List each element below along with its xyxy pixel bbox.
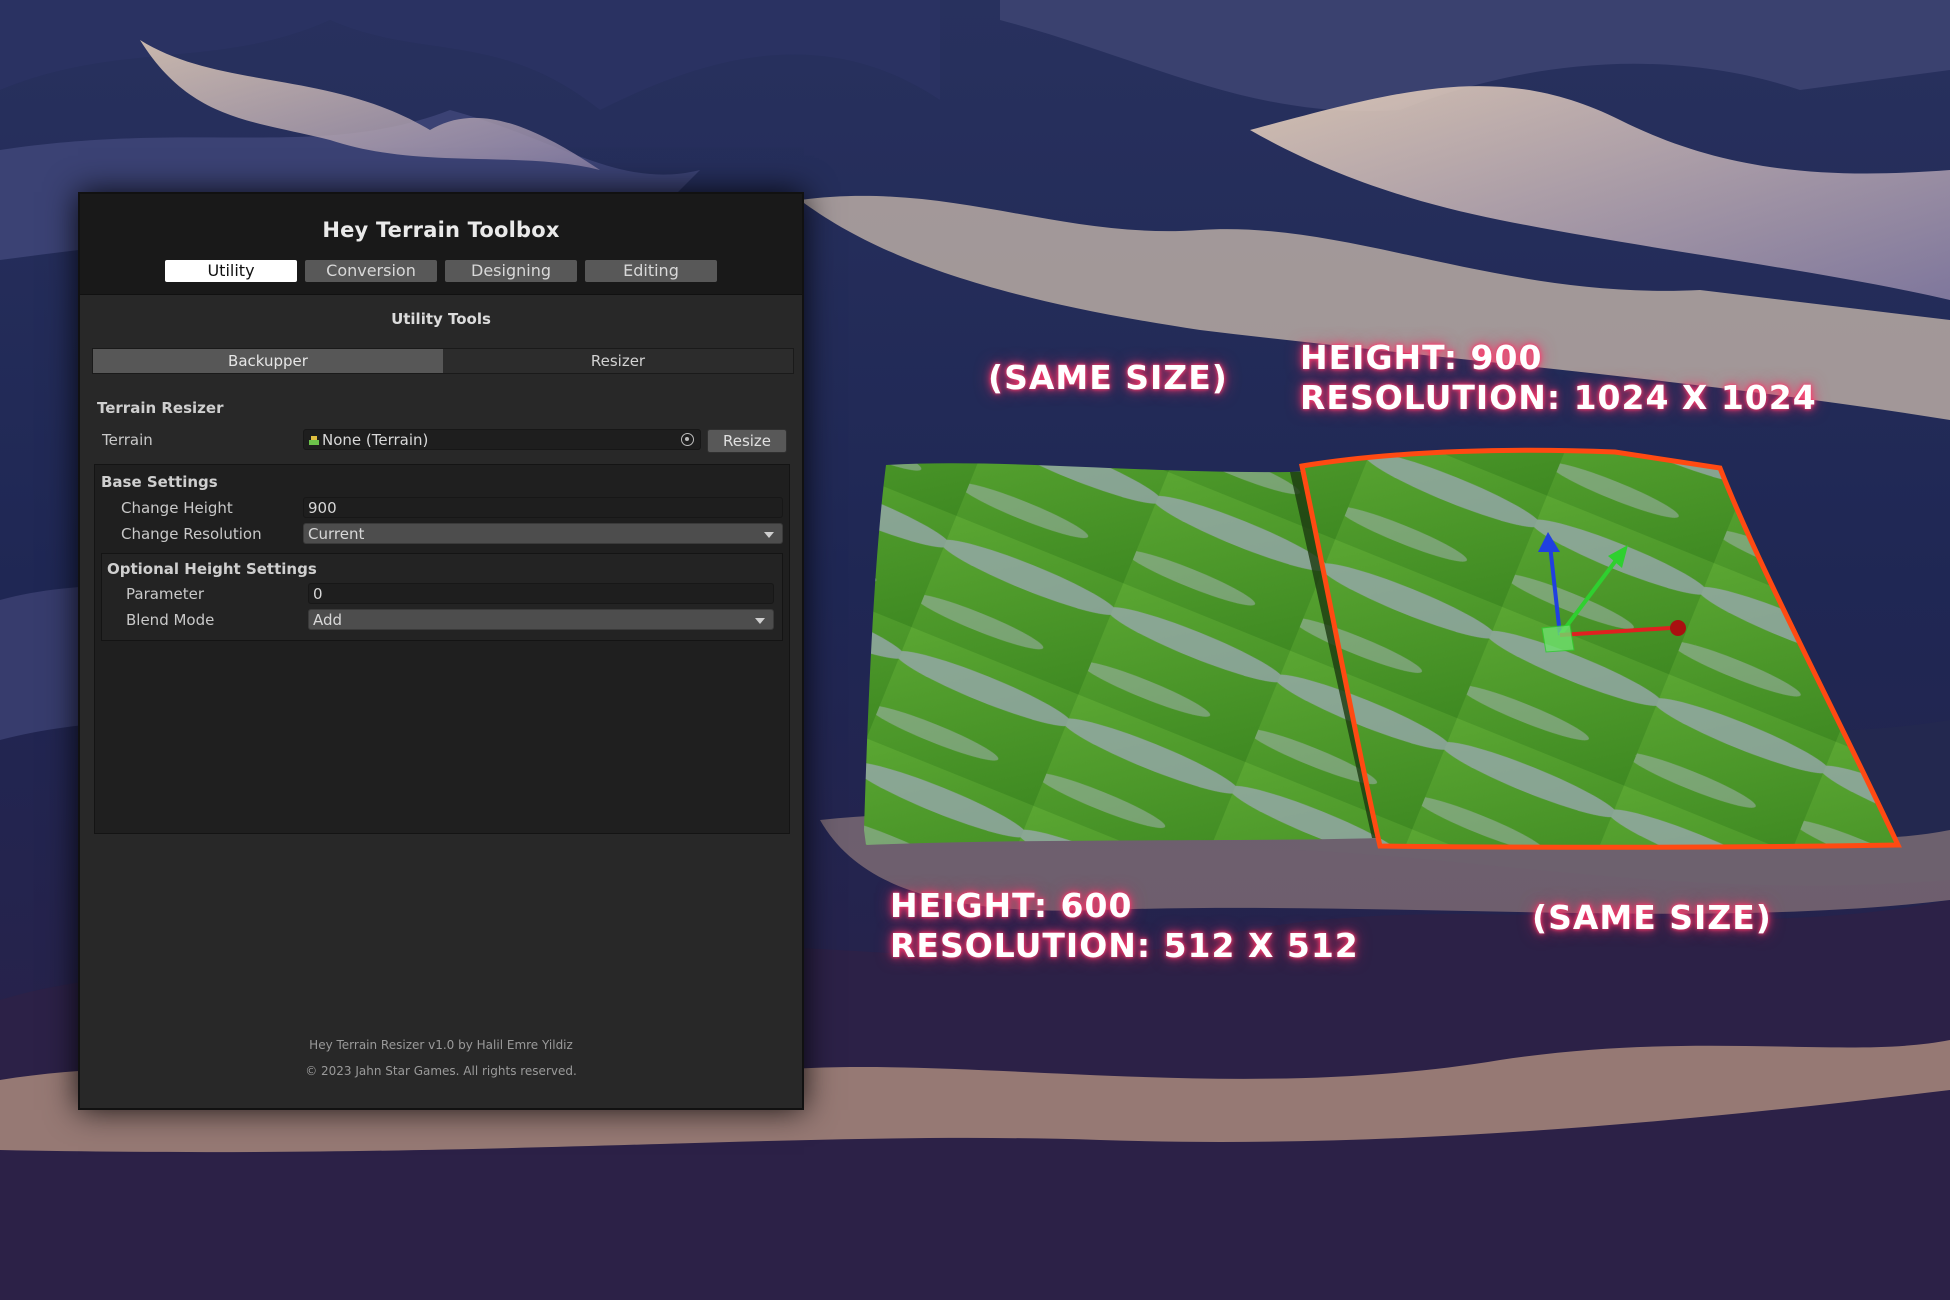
right-height-annotation: HEIGHT: 900 xyxy=(1300,338,1543,377)
footer-credit: Hey Terrain Resizer v1.0 by Halil Emre Y… xyxy=(309,1038,573,1052)
change-resolution-dropdown[interactable]: Current xyxy=(303,523,783,544)
parameter-input[interactable]: 0 xyxy=(308,583,774,604)
left-resolution-annotation: RESOLUTION: 512 X 512 xyxy=(890,926,1359,965)
optional-height-panel: Optional Height Settings Parameter 0 Ble… xyxy=(101,553,783,641)
change-resolution-label: Change Resolution xyxy=(121,525,262,543)
object-picker-icon[interactable] xyxy=(681,433,694,446)
tab-conversion[interactable]: Conversion xyxy=(305,260,437,282)
terrain-resizer-heading: Terrain Resizer xyxy=(97,399,224,417)
terrain-label: Terrain xyxy=(102,431,153,449)
subtab-backupper[interactable]: Backupper xyxy=(93,349,443,373)
subtab-resizer[interactable]: Resizer xyxy=(443,349,793,373)
blend-mode-label: Blend Mode xyxy=(126,611,215,629)
same-size-bottom-annotation: (SAME SIZE) xyxy=(1532,898,1772,937)
change-resolution-value: Current xyxy=(308,525,365,543)
same-size-top-annotation: (SAME SIZE) xyxy=(988,358,1228,397)
base-settings-panel: Base Settings Change Height 900 Change R… xyxy=(94,464,790,834)
section-title: Utility Tools xyxy=(391,310,491,328)
terrain-object-field[interactable]: None (Terrain) xyxy=(303,429,701,450)
terrain-toolbox-window: Hey Terrain Toolbox Utility Conversion D… xyxy=(78,192,804,1110)
parameter-label: Parameter xyxy=(126,585,205,603)
dropdown-arrow-icon xyxy=(764,532,774,538)
base-settings-heading: Base Settings xyxy=(101,473,218,491)
blend-mode-dropdown[interactable]: Add xyxy=(308,609,774,630)
right-resolution-annotation: RESOLUTION: 1024 X 1024 xyxy=(1300,378,1817,417)
terrain-icon xyxy=(309,436,319,445)
left-height-annotation: HEIGHT: 600 xyxy=(890,886,1133,925)
change-height-label: Change Height xyxy=(121,499,233,517)
footer-copyright: © 2023 Jahn Star Games. All rights reser… xyxy=(305,1064,577,1078)
tab-designing[interactable]: Designing xyxy=(445,260,577,282)
terrain-left xyxy=(864,463,1380,845)
change-height-input[interactable]: 900 xyxy=(303,497,783,518)
tab-utility[interactable]: Utility xyxy=(165,260,297,282)
window-header: Hey Terrain Toolbox Utility Conversion D… xyxy=(80,194,802,295)
window-title: Hey Terrain Toolbox xyxy=(322,218,560,242)
resize-button[interactable]: Resize xyxy=(707,429,787,453)
tab-editing[interactable]: Editing xyxy=(585,260,717,282)
optional-height-heading: Optional Height Settings xyxy=(107,560,317,578)
blend-mode-value: Add xyxy=(313,611,343,629)
sub-tab-bar: Backupper Resizer xyxy=(92,348,794,374)
terrain-field-value: None (Terrain) xyxy=(322,431,429,449)
dropdown-arrow-icon xyxy=(755,618,765,624)
main-tab-bar: Utility Conversion Designing Editing xyxy=(80,260,802,282)
